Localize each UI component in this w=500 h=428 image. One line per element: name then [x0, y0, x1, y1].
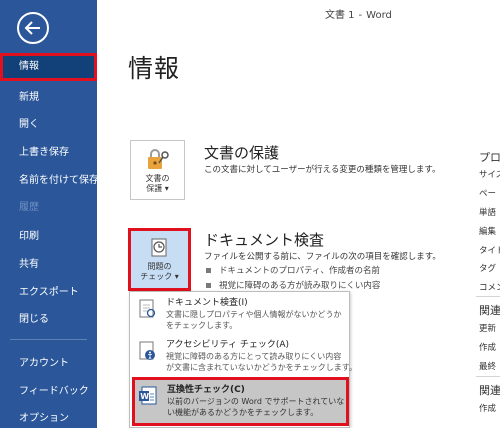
- check-for-issues-button[interactable]: 問題の チェック ▾: [128, 228, 191, 291]
- inspect-document-icon: [139, 299, 156, 318]
- sidebar-item-new[interactable]: 新規: [0, 84, 97, 112]
- menu-item-title: アクセシビリティ チェック(A): [166, 340, 290, 350]
- sidebar-item-close[interactable]: 閉じる: [0, 306, 97, 334]
- document-check-icon: [151, 238, 166, 257]
- sidebar-item-history: 履歴: [19, 202, 39, 213]
- protect-button-label-2: 保護 ▾: [146, 184, 169, 193]
- menu-item-title: ドキュメント検査(I): [166, 298, 248, 308]
- right-divider: [476, 376, 500, 377]
- properties-heading: プロ: [479, 151, 500, 164]
- back-arrow-icon[interactable]: [17, 12, 49, 44]
- inspect-bullet: 視覚に障碍のある方が読み取りにくい内容: [206, 279, 380, 291]
- date-label: 更新: [479, 324, 497, 334]
- sidebar-item-save[interactable]: 上書き保存: [0, 139, 97, 167]
- lock-key-icon: [147, 149, 169, 169]
- protect-document-button[interactable]: 文書の 保護 ▾: [130, 140, 185, 200]
- inspect-button-label-2: チェック ▾: [140, 272, 179, 281]
- menu-item-desc: 以前のバージョンの Word でサポートされていな: [167, 397, 345, 406]
- property-label: タグ: [479, 264, 497, 274]
- property-label: ペー: [479, 189, 497, 199]
- app-name: Word: [366, 10, 392, 21]
- sidebar-item-share[interactable]: 共有: [0, 251, 97, 279]
- page-title: 情報: [128, 54, 181, 83]
- property-label: サイズ: [479, 170, 500, 180]
- sidebar-item-info[interactable]: 情報: [0, 53, 97, 81]
- inspect-button-label-1: 問題の: [147, 262, 172, 271]
- date-label: 最終: [479, 362, 497, 372]
- menu-item-compatibility-check[interactable]: W 互換性チェック(C) 以前のバージョンの Word でサポートされていな い…: [132, 377, 349, 426]
- right-divider: [476, 296, 500, 297]
- menu-item-desc: 文書に隠しプロパティや個人情報がないかどうか: [166, 310, 342, 319]
- svg-text:W: W: [140, 392, 149, 401]
- inspect-bullet: ドキュメントのプロパティ、作成者の名前: [206, 264, 380, 276]
- property-label: 編集: [479, 227, 497, 237]
- menu-item-desc: をチェックします。: [166, 321, 238, 330]
- backstage-sidebar: 情報 新規 開く 上書き保存 名前を付けて保存 履歴 印刷 共有 エクスポート …: [0, 0, 99, 428]
- menu-item-desc: 視覚に障碍のある方にとって読み取りにくい内容: [166, 352, 342, 361]
- sidebar-item-account[interactable]: アカウント: [0, 350, 97, 378]
- word-compatibility-icon: W: [139, 386, 157, 405]
- sidebar-item-save-as[interactable]: 名前を付けて保存: [0, 167, 99, 195]
- property-label: 単語: [479, 208, 497, 218]
- sidebar-item-feedback[interactable]: フィードバック: [0, 378, 97, 406]
- sidebar-item-options[interactable]: オプション: [0, 405, 97, 428]
- related-people-heading: 関連: [479, 384, 500, 397]
- menu-item-desc: い機能があるかどうかをチェックします。: [167, 408, 319, 417]
- accessibility-icon: [139, 341, 155, 360]
- sidebar-divider: [10, 339, 87, 340]
- inspect-desc: ファイルを公開する前に、ファイルの次の項目を確認します。: [204, 252, 441, 262]
- property-label: コメン: [479, 283, 500, 293]
- sidebar-item-print[interactable]: 印刷: [0, 223, 97, 251]
- protect-button-label-1: 文書の: [145, 174, 170, 183]
- window-title: 文書 1- Word: [325, 6, 392, 21]
- date-label: 作成: [479, 343, 497, 353]
- check-issues-menu: ドキュメント検査(I) 文書に隠しプロパティや個人情報がないかどうか をチェック…: [129, 291, 357, 428]
- document-name: 文書 1: [325, 10, 355, 21]
- inspect-title: ドキュメント検査: [204, 231, 325, 249]
- related-dates-heading: 関連: [479, 304, 500, 317]
- protect-title: 文書の保護: [204, 144, 280, 162]
- people-label: 作成: [479, 404, 497, 414]
- property-label: タイト: [479, 246, 500, 256]
- sidebar-item-export[interactable]: エクスポート: [0, 279, 97, 307]
- protect-desc: この文書に対してユーザーが行える変更の種類を管理します。: [204, 165, 441, 175]
- sidebar-item-open[interactable]: 開く: [0, 111, 97, 139]
- title-separator: -: [358, 10, 363, 21]
- menu-item-title: 互換性チェック(C): [167, 385, 245, 395]
- menu-item-desc: が文書に含まれていないかどうかをチェックします。: [166, 363, 357, 372]
- menu-item-inspect-document[interactable]: ドキュメント検査(I) 文書に隠しプロパティや個人情報がないかどうか をチェック…: [130, 292, 349, 333]
- menu-item-accessibility-check[interactable]: アクセシビリティ チェック(A) 視覚に障碍のある方にとって読み取りにくい内容 …: [130, 334, 357, 375]
